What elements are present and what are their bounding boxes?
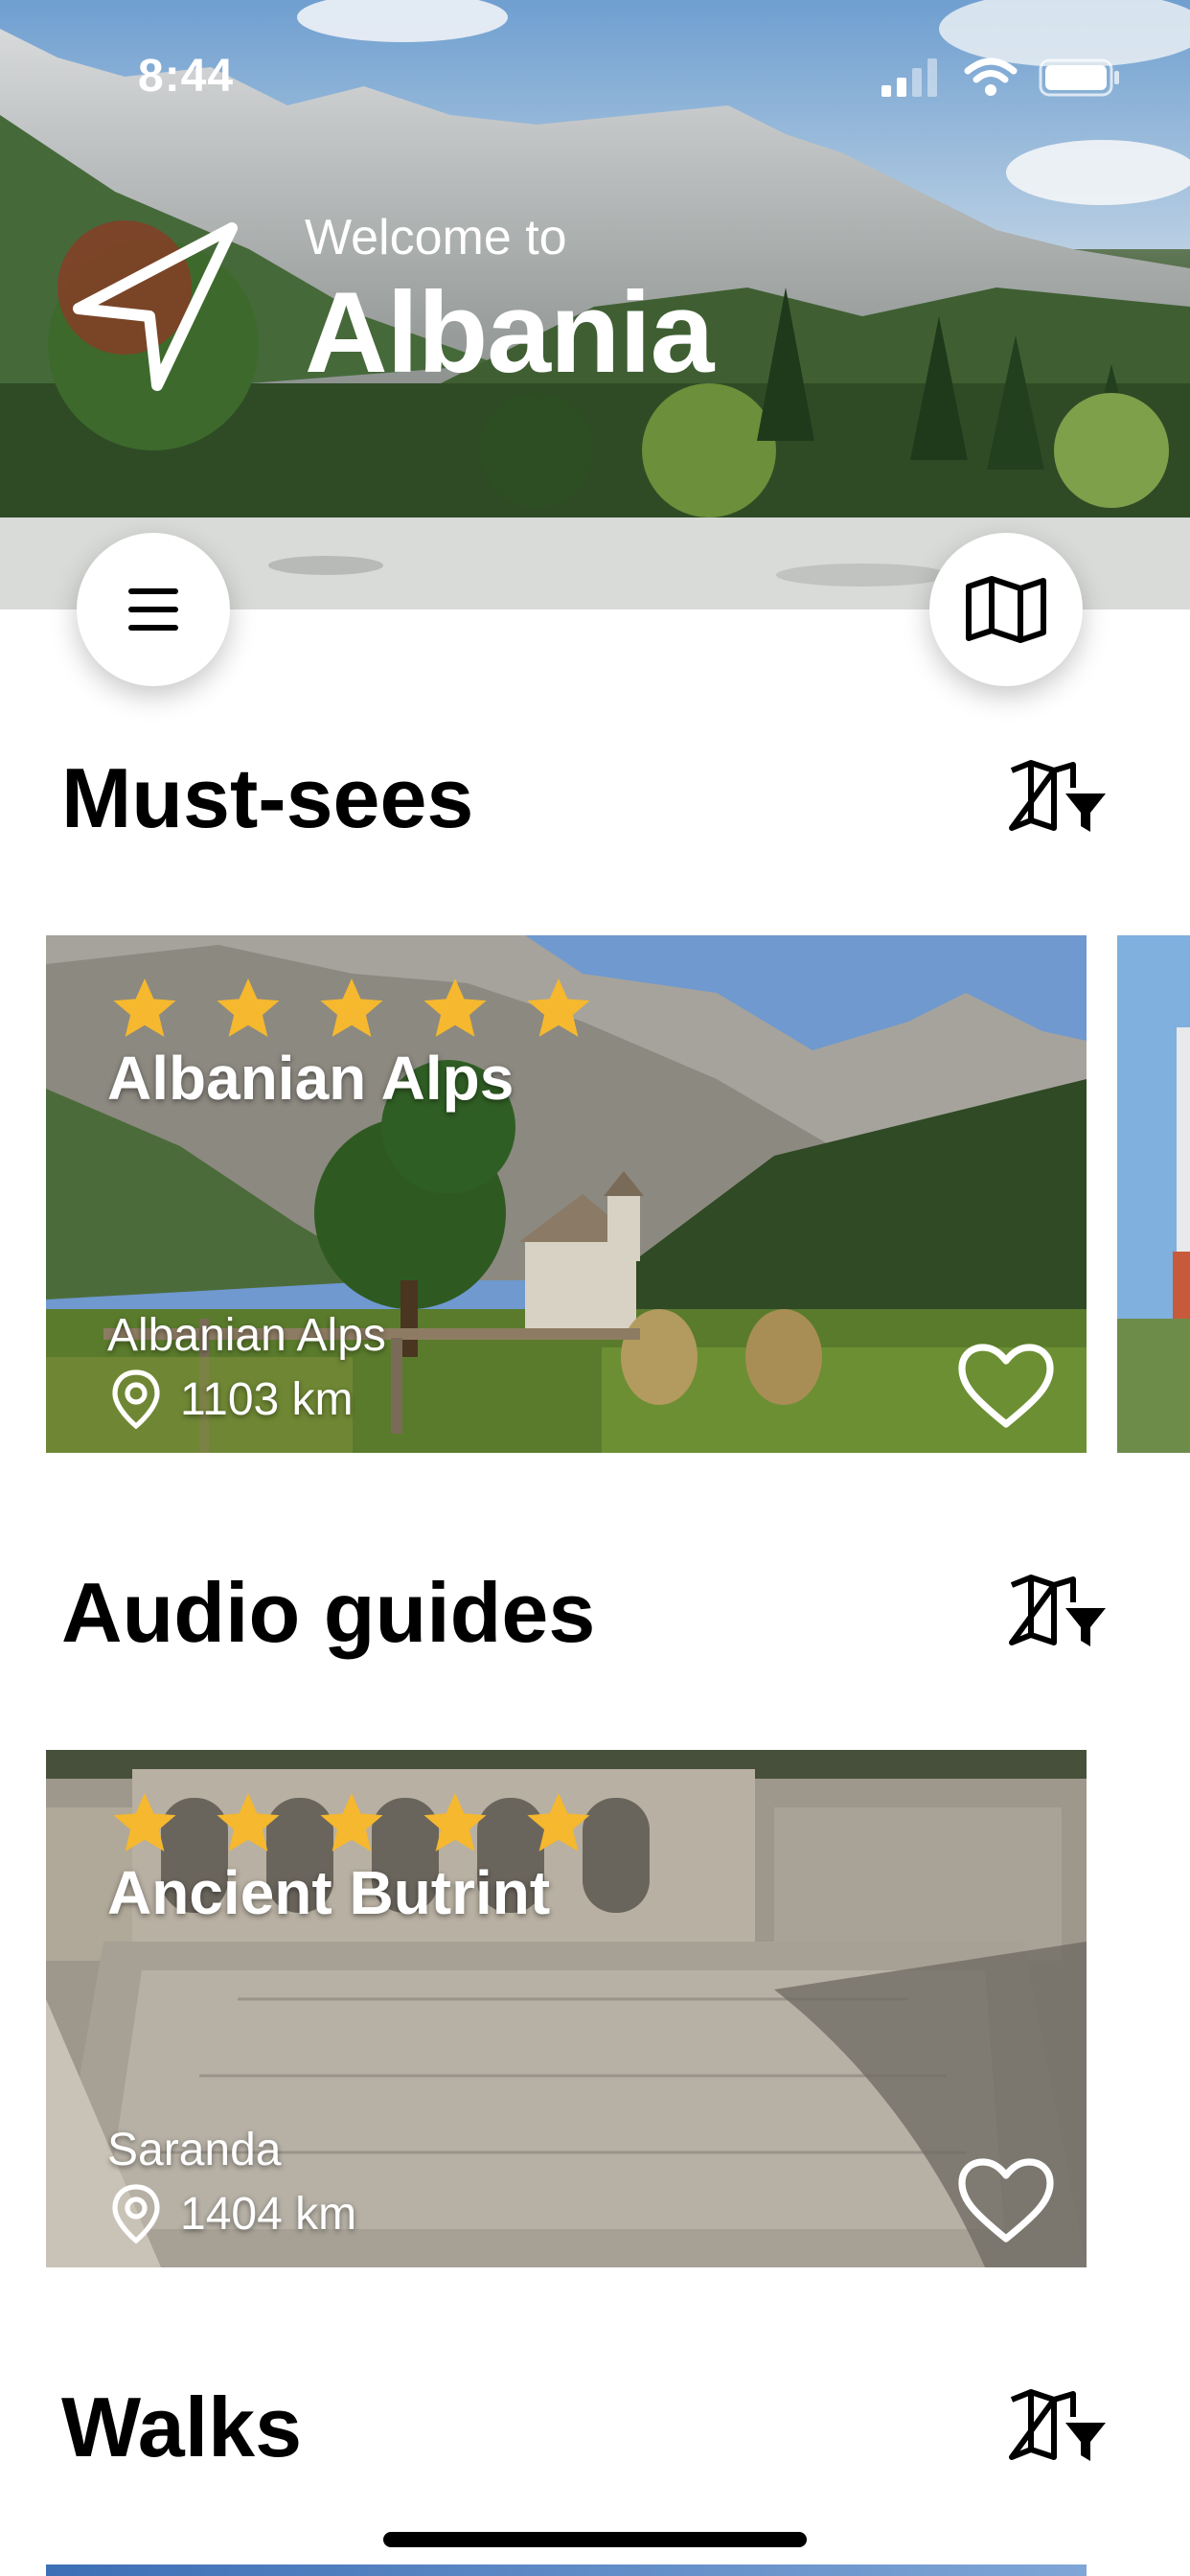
audio-guide-card[interactable]: Ancient Butrint Saranda 1404 km: [46, 1750, 1087, 2267]
heart-outline-icon[interactable]: [956, 1342, 1056, 1432]
card-region: Albanian Alps: [107, 1310, 386, 1361]
status-time: 8:44: [138, 51, 235, 102]
distance-text: 1404 km: [180, 2188, 357, 2240]
distance-text: 1103 km: [180, 1373, 354, 1425]
menu-button[interactable]: [77, 533, 230, 686]
star-icon: [527, 978, 590, 1037]
section-title-audio-guides: Audio guides: [61, 1565, 596, 1660]
star-icon: [217, 1793, 280, 1852]
map-icon: [966, 576, 1046, 643]
next-card-peek[interactable]: [1117, 935, 1190, 1453]
section-title-must-sees: Must-sees: [61, 750, 474, 845]
section-title-walks: Walks: [61, 2380, 303, 2474]
wifi-icon: [964, 58, 1018, 96]
star-icon: [423, 1793, 487, 1852]
walks-card-preview[interactable]: [46, 2564, 1087, 2576]
must-see-card[interactable]: Albanian Alps Albanian Alps 1103 km: [46, 935, 1087, 1453]
home-indicator[interactable]: [383, 2532, 807, 2547]
location-pin-icon: [112, 2184, 160, 2244]
star-icon: [423, 978, 487, 1037]
map-filter-icon[interactable]: [1008, 1574, 1108, 1650]
star-icon: [320, 978, 383, 1037]
battery-icon: [1039, 58, 1119, 97]
card-title: Albanian Alps: [107, 1044, 515, 1113]
rating-stars: [109, 976, 594, 1043]
navigation-arrow-icon: [73, 222, 238, 391]
star-icon: [217, 978, 280, 1037]
status-icons: [881, 58, 1121, 98]
hamburger-menu-icon: [128, 588, 178, 631]
next-card-photo: [1117, 935, 1190, 1453]
card-region: Saranda: [107, 2125, 282, 2175]
country-title: Albania: [305, 268, 714, 397]
map-filter-icon[interactable]: [1008, 759, 1108, 836]
card-title: Ancient Butrint: [107, 1858, 551, 1927]
star-icon: [320, 1793, 383, 1852]
rating-stars: [109, 1790, 594, 1857]
app-screen: 8:44 Welcome to Albania Must-sees Albani…: [0, 0, 1190, 2576]
cellular-signal-icon: [881, 58, 937, 97]
star-icon: [527, 1793, 590, 1852]
star-icon: [113, 978, 176, 1037]
star-icon: [113, 1793, 176, 1852]
hero-banner: 8:44 Welcome to Albania: [0, 0, 1190, 610]
card-distance: 1404 km: [109, 2183, 356, 2244]
heart-outline-icon[interactable]: [956, 2156, 1056, 2246]
welcome-text: Welcome to: [305, 210, 567, 265]
location-pin-icon: [112, 1369, 160, 1430]
card-distance: 1103 km: [109, 1368, 354, 1430]
map-button[interactable]: [929, 533, 1083, 686]
map-filter-icon[interactable]: [1008, 2388, 1108, 2465]
